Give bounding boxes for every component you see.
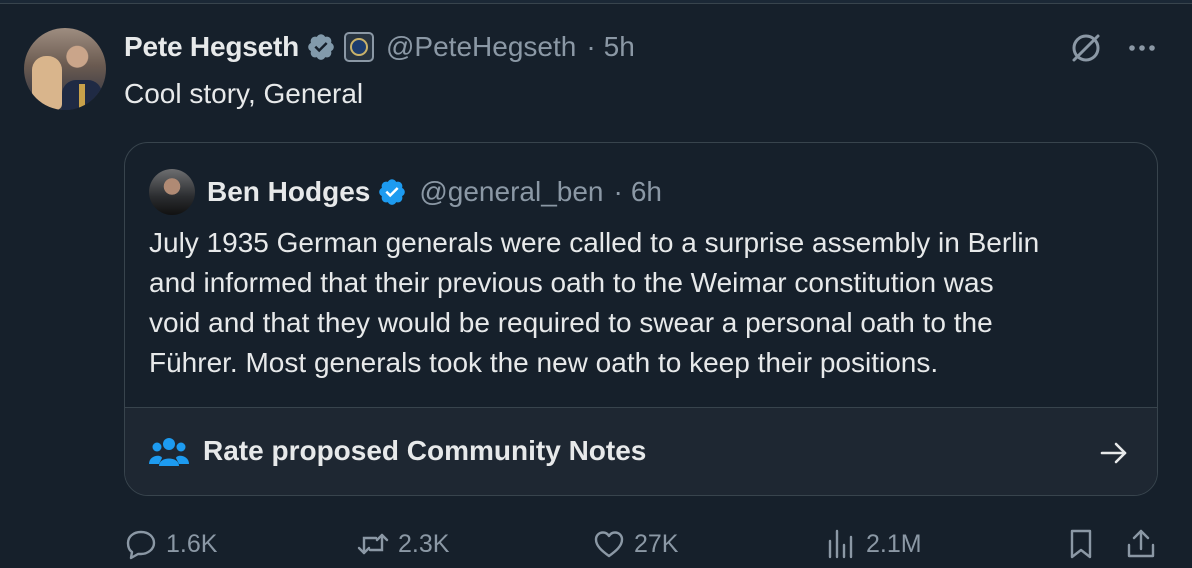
quoted-header-separator: · [613, 176, 623, 207]
quoted-author-handle[interactable]: @general_ben [419, 176, 603, 208]
dod-seal-icon[interactable] [344, 32, 374, 62]
quoted-author-name[interactable]: Ben Hodges [207, 176, 370, 208]
author-avatar[interactable] [24, 28, 106, 110]
reply-button[interactable]: 1.6K [124, 524, 217, 564]
avatar-tie [79, 84, 85, 110]
quoted-tweet-header: Ben Hodges @general_ben · 6h [207, 175, 662, 209]
bookmark-button[interactable] [1064, 524, 1098, 564]
tweet-text: Cool story, General [124, 78, 364, 109]
quoted-tweet-time[interactable]: 6h [631, 176, 662, 208]
share-icon [1127, 529, 1155, 558]
community-notes-label[interactable]: Rate proposed Community Notes [203, 435, 646, 467]
grok-icon[interactable] [1068, 30, 1104, 66]
tweet-time[interactable]: 5h [604, 31, 635, 63]
repost-count: 2.3K [398, 529, 450, 558]
quoted-tweet-card[interactable]: Ben Hodges @general_ben · 6h July 1935 G… [124, 142, 1158, 496]
retweet-icon [357, 533, 389, 555]
quoted-author-avatar[interactable] [149, 169, 195, 215]
share-button[interactable] [1124, 524, 1158, 564]
verified-blue-badge-icon[interactable] [377, 177, 407, 207]
quoted-text-line: Führer. Most generals took the new oath … [149, 347, 939, 378]
quoted-text-line: July 1935 German generals were called to… [149, 227, 1040, 258]
views-count: 2.1M [866, 529, 922, 558]
tweet-actions-bar: 1.6K 2.3K 27K 2.1M [124, 524, 1164, 564]
heart-icon [594, 531, 624, 558]
avatar-person-left [32, 56, 62, 110]
arrow-right-icon[interactable] [1097, 436, 1131, 470]
like-count: 27K [634, 529, 679, 558]
reply-icon [126, 530, 156, 560]
community-notes-bar[interactable]: Rate proposed Community Notes [125, 407, 1157, 495]
top-divider [0, 0, 1192, 4]
quoted-text-line: and informed that their previous oath to… [149, 267, 994, 298]
reply-count: 1.6K [166, 529, 218, 558]
quoted-tweet-text: July 1935 German generals were called to… [149, 223, 1139, 383]
views-button[interactable]: 2.1M [824, 524, 922, 564]
bookmark-icon [1070, 529, 1092, 559]
more-icon[interactable] [1124, 30, 1160, 66]
repost-button[interactable]: 2.3K [356, 524, 449, 564]
views-icon [828, 529, 853, 559]
author-handle[interactable]: @PeteHegseth [386, 31, 576, 63]
quoted-text-line: void and that they would be required to … [149, 307, 993, 338]
header-separator: · [586, 31, 596, 62]
community-notes-icon [149, 438, 189, 466]
seal-emblem [350, 38, 368, 56]
verified-gray-badge-icon[interactable] [306, 32, 336, 62]
author-name[interactable]: Pete Hegseth [124, 31, 299, 63]
tweet-header: Pete Hegseth @PeteHegseth · 5h [124, 30, 635, 64]
like-button[interactable]: 27K [592, 524, 678, 564]
